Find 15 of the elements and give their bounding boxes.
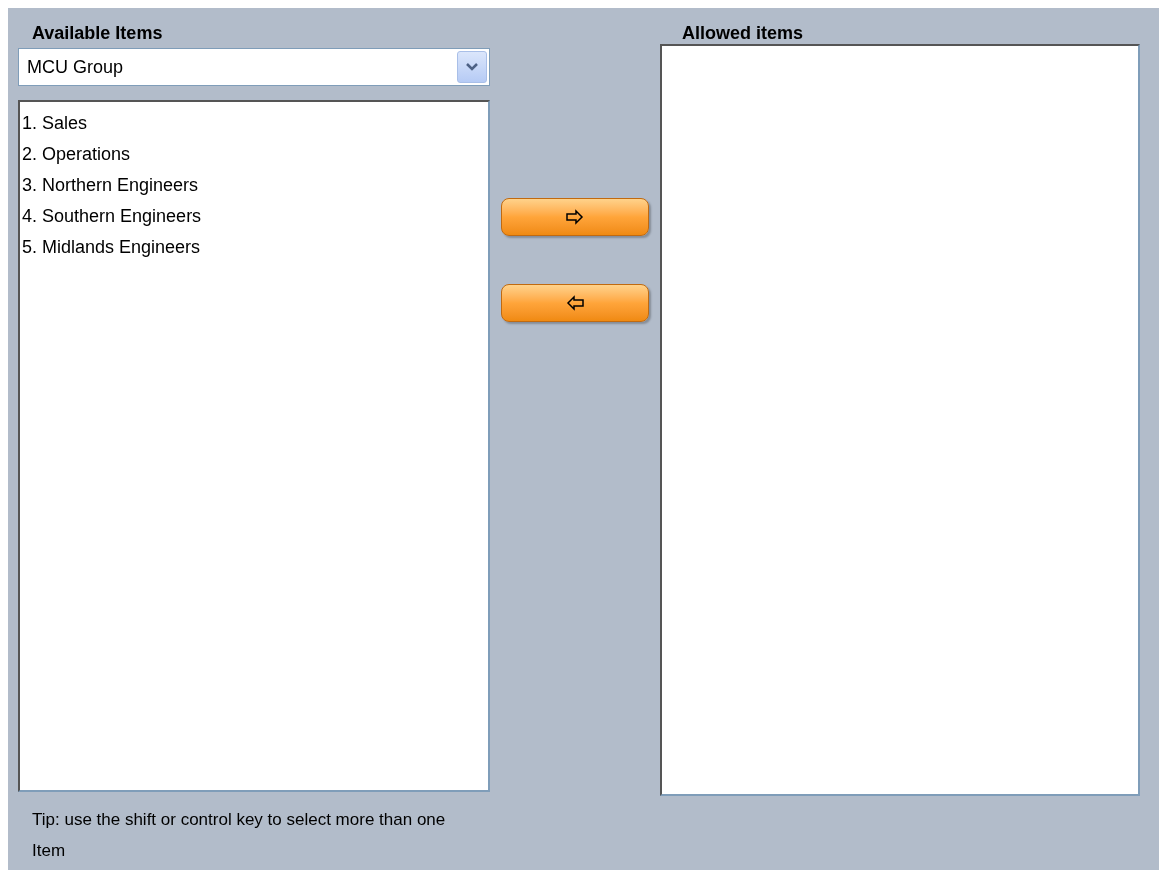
- add-button[interactable]: [501, 198, 649, 236]
- group-dropdown[interactable]: MCU Group: [18, 48, 490, 86]
- list-item[interactable]: 3. Northern Engineers: [22, 170, 203, 201]
- remove-button[interactable]: [501, 284, 649, 322]
- list-item[interactable]: 5. Midlands Engineers: [22, 232, 205, 263]
- right-arrow-icon: [565, 209, 585, 225]
- panel-title: Allowed items: [681, 22, 805, 44]
- tip-text: Tip: use the shift or control key to select more than one Item: [31, 809, 447, 862]
- list-item[interactable]: 2. Operations: [22, 139, 135, 170]
- list-item[interactable]: 4. Southern Engineers: [22, 201, 206, 232]
- left-arrow-icon: [565, 295, 585, 311]
- dropdown-value: MCU Group: [27, 55, 125, 79]
- panel-title: Available Items: [31, 22, 164, 44]
- available-list[interactable]: 1. Sales 2. Operations 3. Northern Engineers 4. Southern Engineers 5. Midlands Engineers: [18, 100, 490, 792]
- list-item[interactable]: 1. Sales: [22, 108, 92, 139]
